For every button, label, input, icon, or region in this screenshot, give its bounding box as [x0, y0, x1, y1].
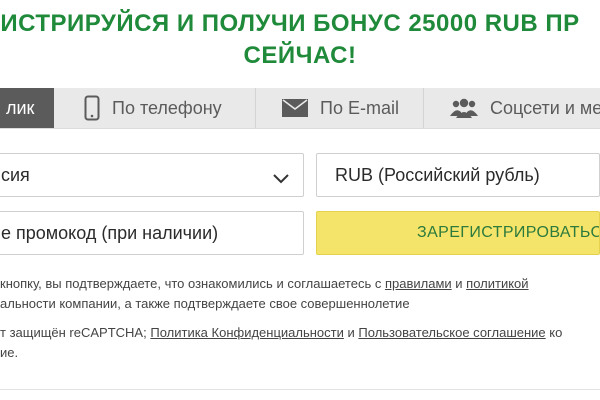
legal-line-4: ие. — [0, 342, 600, 364]
register-button[interactable]: ЗАРЕГИСТРИРОВАТЬСЯ — [316, 211, 600, 255]
promo-headline-subline: СЕЙЧАС! — [243, 42, 357, 69]
bottom-divider — [0, 389, 600, 390]
legal-text: альности компании, а также подтверждаете… — [0, 296, 410, 311]
registration-tabs: лик По телефону По E-mail Соцсети и ме — [0, 88, 600, 129]
tab-social[interactable]: Соцсети и ме — [424, 88, 600, 128]
legal-text: и — [347, 325, 355, 340]
phone-icon — [84, 95, 100, 121]
currency-select-value: RUB (Российский рубль) — [335, 164, 540, 185]
promo-code-placeholder: е промокод (при наличии) — [1, 222, 219, 243]
legal-text: кнопку, вы подтверждаете, что ознакомили… — [0, 276, 382, 291]
legal-line-1: кнопку, вы подтверждаете, что ознакомили… — [0, 273, 600, 295]
legal-line-2: альности компании, а также подтверждаете… — [0, 293, 600, 315]
tab-quick[interactable]: лик — [0, 88, 54, 128]
terms-link[interactable]: Пользовательское соглашение — [358, 325, 545, 340]
promo-code-input[interactable]: е промокод (при наличии) — [0, 211, 304, 255]
tab-social-label: Соцсети и ме — [490, 97, 600, 118]
privacy-policy-link[interactable]: Политика Конфиденциальности — [150, 325, 344, 340]
tab-quick-label: лик — [6, 97, 35, 118]
register-button-label: ЗАРЕГИСТРИРОВАТЬСЯ — [417, 224, 600, 241]
legal-text: и — [455, 276, 463, 291]
promo-headline: ИСТРИРУЙСЯ И ПОЛУЧИ БОНУС 25000 RUB ПР — [0, 10, 580, 37]
rules-link[interactable]: правилами — [385, 276, 452, 291]
legal-text: т защищён reCAPTCHA; — [0, 325, 147, 340]
tab-email-label: По E-mail — [320, 97, 399, 118]
tab-email[interactable]: По E-mail — [256, 88, 424, 128]
legal-text: ко — [549, 325, 563, 340]
legal-line-3: т защищён reCAPTCHA; Политика Конфиденци… — [0, 322, 600, 344]
country-select[interactable]: сия — [0, 153, 304, 197]
chevron-down-icon — [273, 168, 289, 189]
currency-select[interactable]: RUB (Российский рубль) — [316, 153, 600, 197]
tab-phone[interactable]: По телефону — [54, 88, 256, 128]
country-select-value: сия — [1, 164, 30, 185]
tab-phone-label: По телефону — [112, 97, 222, 118]
users-icon — [450, 98, 478, 118]
policy-link[interactable]: политикой — [466, 276, 528, 291]
envelope-icon — [282, 99, 308, 117]
legal-text: ие. — [0, 345, 19, 360]
